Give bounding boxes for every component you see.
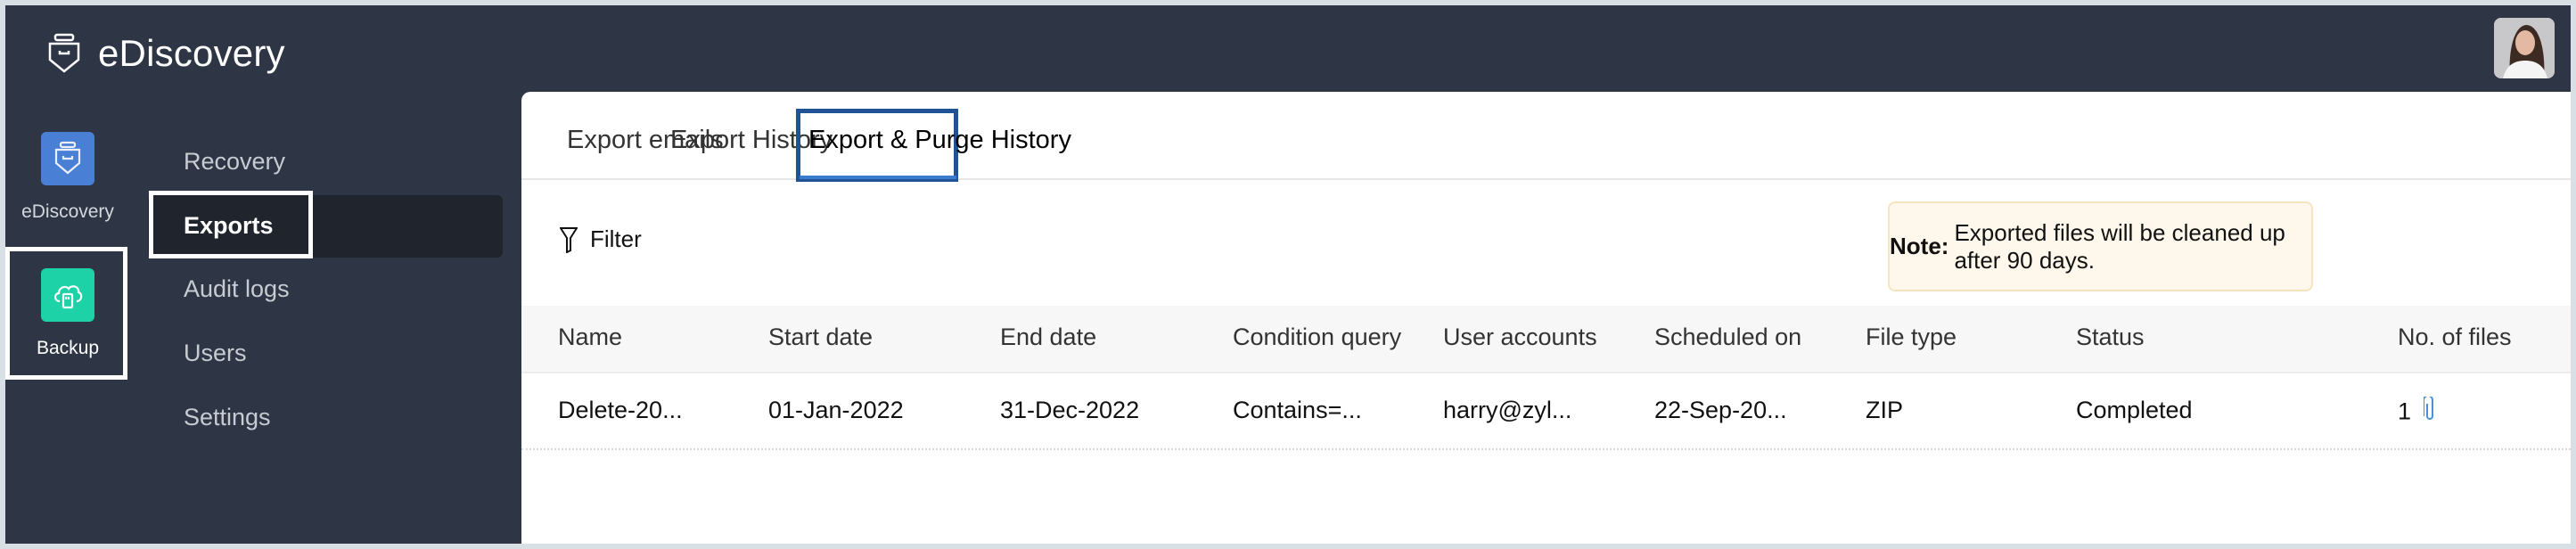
backup-tile (41, 268, 94, 322)
table-row[interactable]: Delete-20... 01-Jan-2022 31-Dec-2022 Con… (521, 373, 2571, 450)
cell-start-date: 01-Jan-2022 (768, 397, 904, 423)
col-header-user-accounts[interactable]: User accounts (1443, 324, 1597, 351)
ediscovery-logo-icon (48, 33, 80, 73)
col-header-scheduled-on[interactable]: Scheduled on (1654, 324, 1801, 351)
cell-name: Delete-20... (558, 397, 683, 423)
col-header-end-date[interactable]: End date (1000, 324, 1096, 351)
nav-item-users[interactable]: Users (184, 340, 247, 367)
nav-item-recovery[interactable]: Recovery (184, 148, 285, 176)
col-header-file-type[interactable]: File type (1866, 324, 1957, 351)
cell-no-of-files: 1 (2398, 395, 2436, 430)
avatar-image (2494, 18, 2555, 78)
cell-condition-query: Contains=... (1233, 397, 1362, 423)
col-header-condition-query[interactable]: Condition query (1233, 324, 1401, 351)
ediscovery-icon (54, 141, 81, 175)
table-header: Name Start date End date Condition query… (521, 306, 2571, 373)
avatar[interactable] (2494, 18, 2555, 78)
main-panel: Export emails Export History Export & Pu… (521, 92, 2571, 544)
rail-item-ediscovery[interactable]: eDiscovery (14, 132, 121, 223)
rail-label: eDiscovery (21, 201, 114, 222)
cloud-backup-icon (53, 285, 83, 309)
ediscovery-tile (41, 132, 94, 185)
filter-button[interactable]: Filter (560, 225, 642, 253)
note-banner: Note: Exported files will be cleaned up … (1888, 201, 2313, 291)
col-header-status[interactable]: Status (2076, 324, 2145, 351)
col-header-name[interactable]: Name (558, 324, 622, 351)
brand: eDiscovery (46, 29, 285, 78)
file-count: 1 (2398, 397, 2412, 425)
tab-bar: Export emails Export History Export & Pu… (521, 92, 2571, 182)
col-header-start-date[interactable]: Start date (768, 324, 873, 351)
cell-user-accounts: harry@zyl... (1443, 397, 1572, 423)
note-bold: Note: (1890, 233, 1949, 259)
filter-icon (560, 226, 578, 253)
note-text: Exported files will be cleaned up after … (1954, 218, 2285, 274)
rail-label: Backup (36, 338, 100, 358)
nav-item-audit-logs[interactable]: Audit logs (184, 275, 290, 303)
cell-status: Completed (2076, 397, 2193, 423)
rail-item-backup[interactable]: Backup (14, 268, 121, 359)
attachment-icon[interactable] (2422, 395, 2436, 430)
nav-item-settings[interactable]: Settings (184, 404, 271, 431)
app-title: eDiscovery (98, 32, 285, 74)
app-frame: eDiscovery eDiscovery Backup Recovery Ex… (5, 5, 2571, 544)
cell-end-date: 31-Dec-2022 (1000, 397, 1140, 423)
nav-item-exports[interactable]: Exports (184, 212, 274, 240)
cell-scheduled-on: 22-Sep-20... (1654, 397, 1787, 423)
filter-label: Filter (590, 225, 642, 252)
col-header-no-of-files[interactable]: No. of files (2398, 324, 2512, 351)
tab-export-purge-history[interactable]: Export & Purge History (808, 126, 1071, 155)
tab-active-underline (800, 176, 956, 179)
cell-file-type: ZIP (1866, 397, 1904, 423)
